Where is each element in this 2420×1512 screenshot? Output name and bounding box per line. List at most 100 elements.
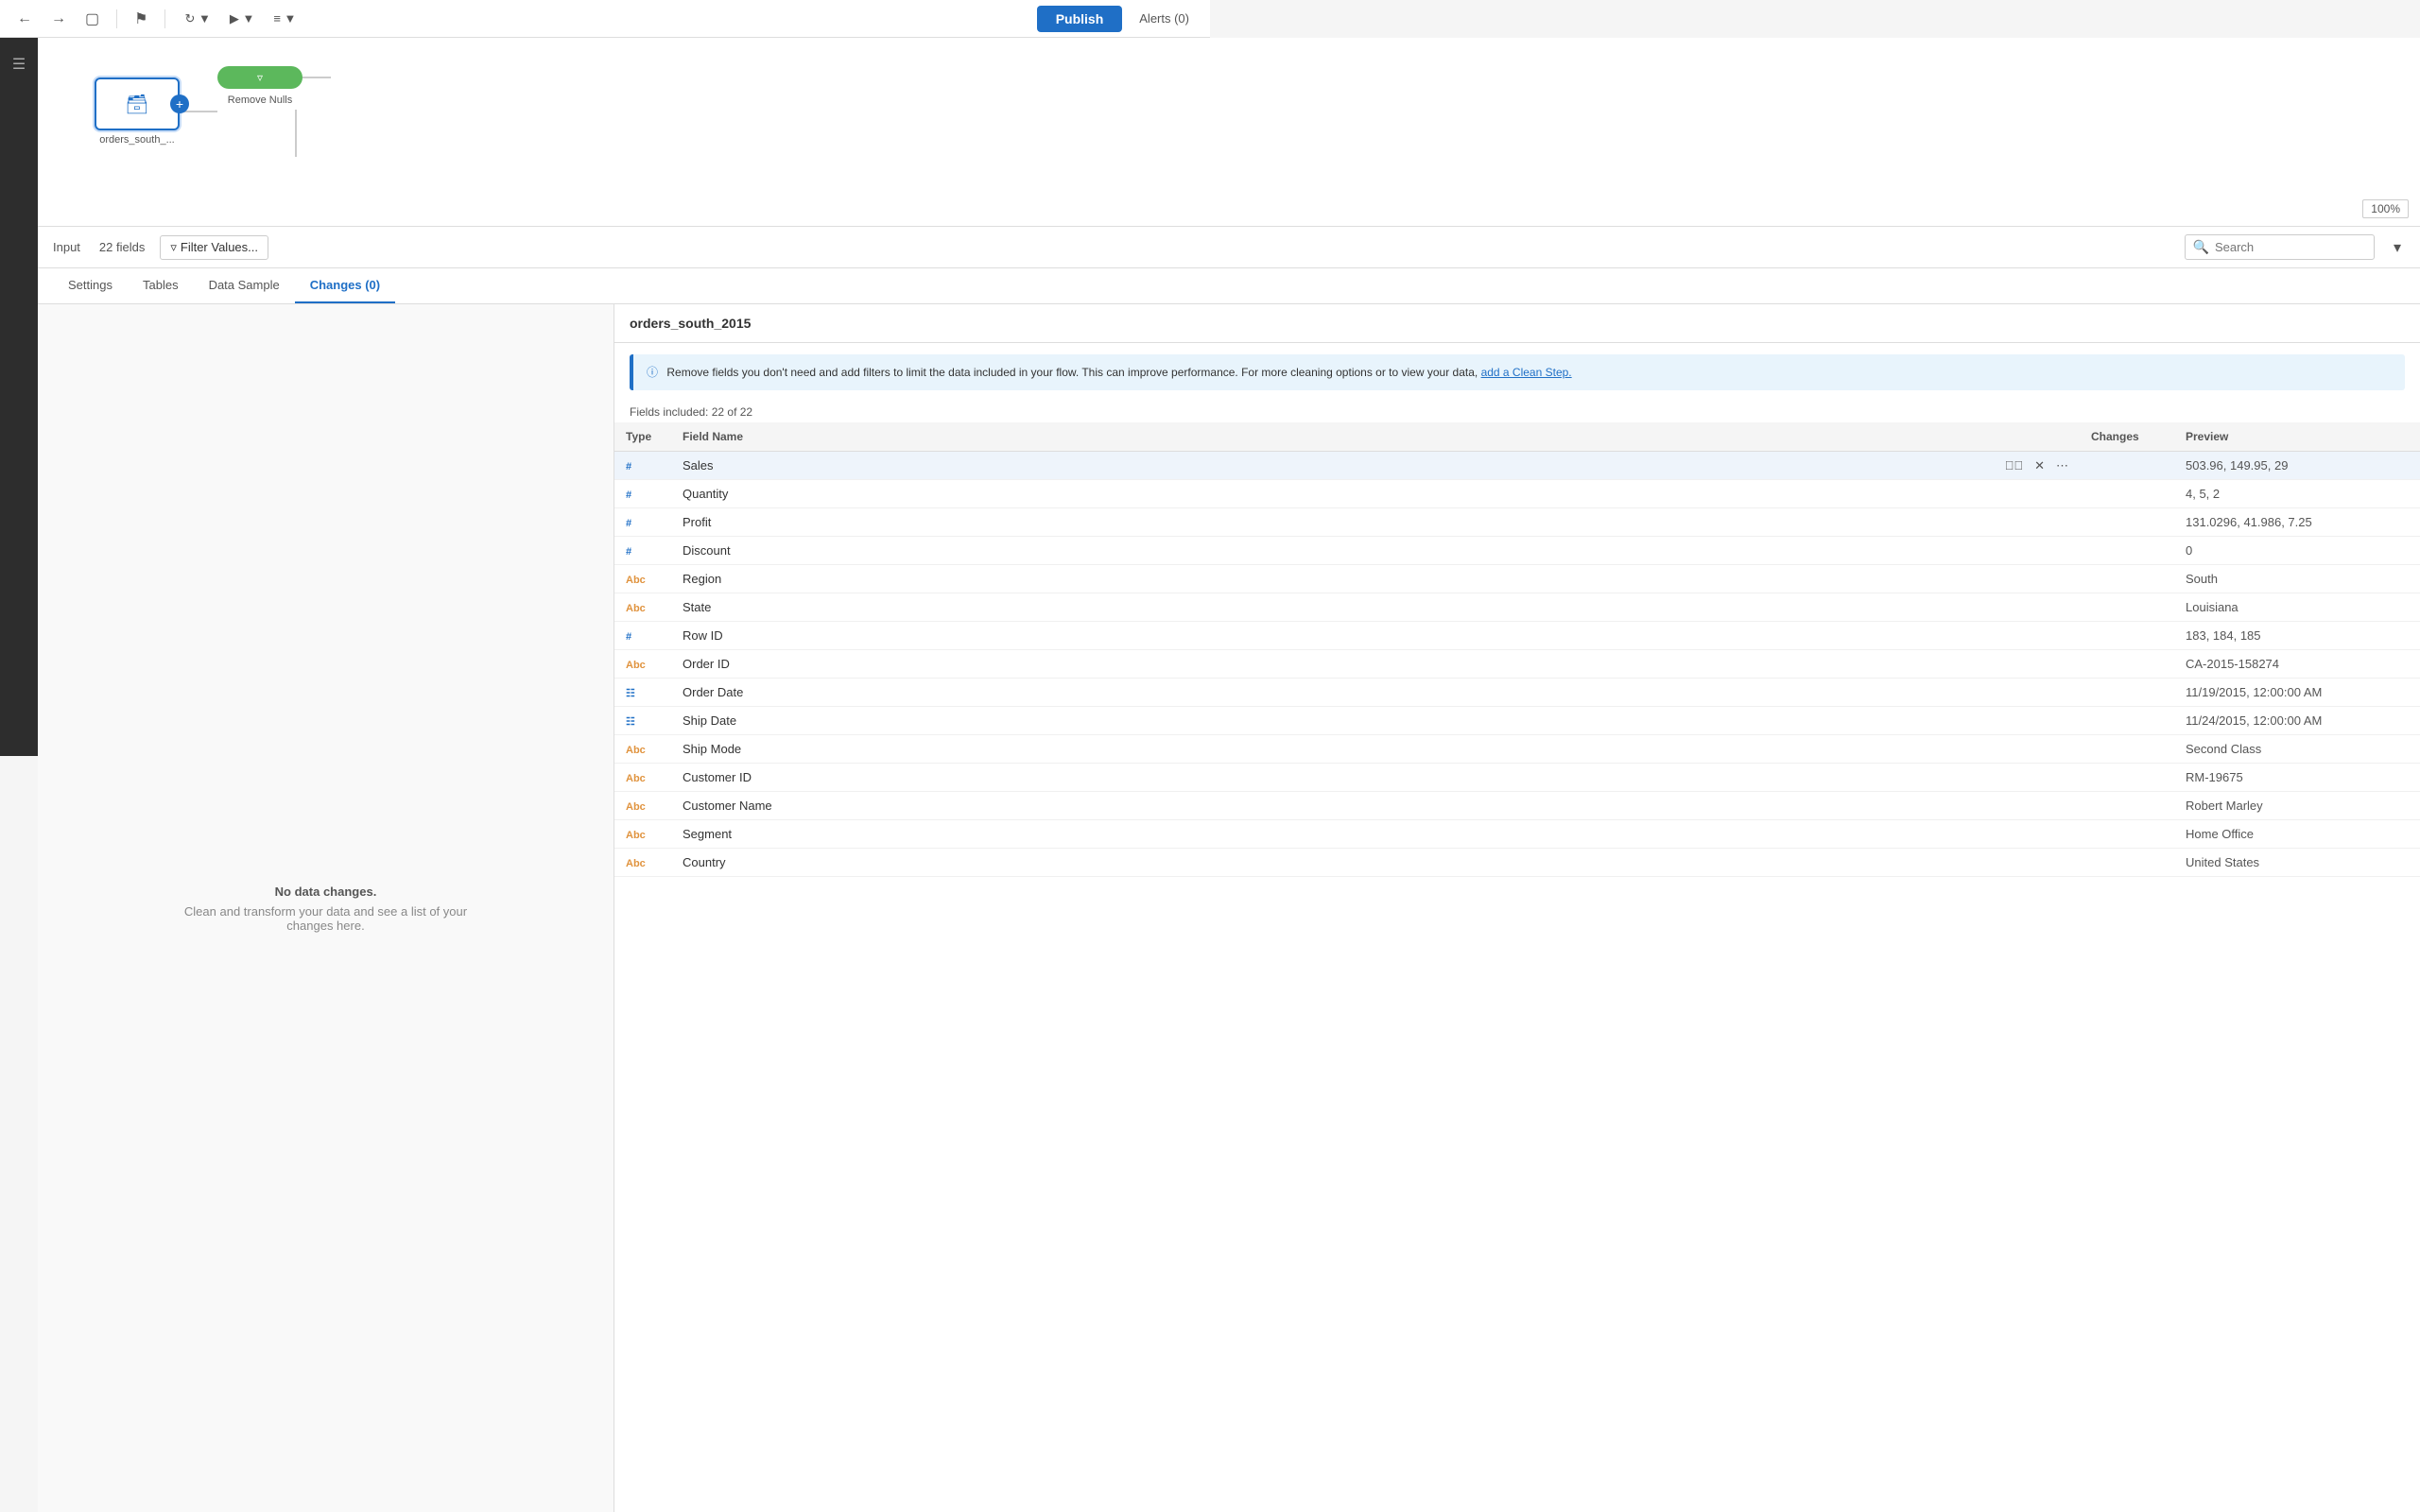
table-row[interactable]: Abc Segment Home Office	[614, 820, 2420, 849]
field-name: Row ID	[683, 628, 723, 643]
field-name: Customer Name	[683, 799, 772, 813]
table-row[interactable]: ☷ Ship Date 11/24/2015, 12:00:00 AM	[614, 707, 2420, 735]
clean-step-link[interactable]: add a Clean Step.	[1481, 366, 1572, 379]
table-row[interactable]: # Discount 0	[614, 537, 2420, 565]
changes-cell	[2080, 650, 2174, 679]
tab-tables[interactable]: Tables	[128, 268, 194, 303]
empty-desc: Clean and transform your data and see a …	[184, 904, 468, 933]
preview-cell: United States	[2174, 849, 2420, 877]
filter-node-label: Remove Nulls	[228, 94, 292, 106]
panel-header: Input 22 fields ▿ Filter Values... 🔍 ▾	[38, 227, 2420, 268]
type-icon: #	[626, 490, 631, 501]
type-cell: Abc	[614, 650, 671, 679]
field-name: Region	[683, 572, 721, 586]
type-icon: Abc	[626, 745, 646, 756]
type-icon: Abc	[626, 660, 646, 671]
search-icon: 🔍	[2193, 239, 2209, 255]
type-cell: ☷	[614, 679, 671, 707]
fields-count: 22 fields	[99, 240, 145, 254]
options-button[interactable]: ≡ ▼	[266, 8, 303, 29]
changes-cell	[2080, 735, 2174, 764]
alerts-button[interactable]: Alerts (0)	[1130, 6, 1199, 31]
home-button[interactable]: ▢	[79, 6, 105, 32]
left-sidebar: ☰	[0, 38, 38, 756]
sidebar-toggle-button[interactable]: ☰	[5, 47, 33, 81]
add-step-button[interactable]: +	[170, 94, 189, 113]
tab-changes[interactable]: Changes (0)	[295, 268, 395, 303]
fields-table: Type Field Name Changes Preview # Sales …	[614, 422, 2420, 1512]
preview-cell: CA-2015-158274	[2174, 650, 2420, 679]
field-name-cell: Sales 👁⃠ ✕ ⋯	[671, 452, 2080, 480]
field-name: Country	[683, 855, 726, 869]
type-icon: #	[626, 546, 631, 558]
field-name-cell: Region	[671, 565, 2080, 593]
table-row[interactable]: Abc Customer Name Robert Marley	[614, 792, 2420, 820]
tab-settings[interactable]: Settings	[53, 268, 128, 303]
right-content: orders_south_2015 ⓘ Remove fields you do…	[614, 304, 2420, 1512]
table-row[interactable]: # Sales 👁⃠ ✕ ⋯ 503.96, 149.95, 29	[614, 452, 2420, 480]
source-node[interactable]: 🗃 + orders_south_...	[95, 77, 180, 146]
table-row[interactable]: # Profit 131.0296, 41.986, 7.25	[614, 508, 2420, 537]
flow-container: 🗃 + orders_south_... ▿ Remove Nulls	[95, 66, 331, 157]
zoom-indicator: 100%	[2362, 199, 2409, 218]
preview-cell: 131.0296, 41.986, 7.25	[2174, 508, 2420, 537]
type-icon: #	[626, 518, 631, 529]
collapse-button[interactable]: ▾	[2390, 234, 2405, 261]
filter-values-button[interactable]: ▿ Filter Values...	[160, 235, 268, 260]
field-name-cell: Ship Mode	[671, 735, 2080, 764]
preview-cell: South	[2174, 565, 2420, 593]
type-cell: Abc	[614, 792, 671, 820]
trailing-connector	[302, 77, 331, 78]
table-row[interactable]: Abc State Louisiana	[614, 593, 2420, 622]
field-name-cell: Order ID	[671, 650, 2080, 679]
tab-data-sample[interactable]: Data Sample	[194, 268, 295, 303]
bottom-panel: Input 22 fields ▿ Filter Values... 🔍 ▾ S…	[38, 227, 2420, 1512]
changes-cell	[2080, 593, 2174, 622]
refresh-button[interactable]: ↻ ▼	[177, 8, 217, 30]
search-box: 🔍	[2185, 234, 2375, 260]
canvas-area: 🗃 + orders_south_... ▿ Remove Nulls	[38, 38, 2420, 227]
bookmark-button[interactable]: ⚑	[129, 6, 153, 32]
toolbar-divider	[116, 9, 117, 28]
remove-field-button[interactable]: ✕	[2031, 456, 2048, 475]
type-cell: Abc	[614, 593, 671, 622]
more-options-button[interactable]: ⋯	[2052, 456, 2072, 475]
empty-title: No data changes.	[275, 885, 377, 899]
filter-node[interactable]: ▿	[217, 66, 302, 89]
table-body: # Sales 👁⃠ ✕ ⋯ 503.96, 149.95, 29 # Quan…	[614, 452, 2420, 877]
col-changes: Changes	[2080, 422, 2174, 452]
table-row[interactable]: Abc Customer ID RM-19675	[614, 764, 2420, 792]
source-node-box[interactable]: 🗃 +	[95, 77, 180, 130]
run-button[interactable]: ▶ ▼	[222, 8, 262, 30]
run-group: ↻ ▼ ▶ ▼ ≡ ▼	[177, 8, 303, 30]
type-icon: Abc	[626, 858, 646, 869]
type-cell: Abc	[614, 764, 671, 792]
search-input[interactable]	[2215, 240, 2366, 254]
hide-field-button[interactable]: 👁⃠	[2001, 456, 2028, 474]
table-row[interactable]: ☷ Order Date 11/19/2015, 12:00:00 AM	[614, 679, 2420, 707]
table-row[interactable]: # Quantity 4, 5, 2	[614, 480, 2420, 508]
info-icon: ⓘ	[647, 366, 658, 379]
col-type: Type	[614, 422, 671, 452]
changes-cell	[2080, 679, 2174, 707]
preview-cell: 183, 184, 185	[2174, 622, 2420, 650]
field-name: Quantity	[683, 487, 728, 501]
type-cell: #	[614, 622, 671, 650]
forward-button[interactable]: →	[45, 7, 72, 31]
field-name: Discount	[683, 543, 731, 558]
field-name-cell: Order Date	[671, 679, 2080, 707]
info-text: Remove fields you don't need and add fil…	[666, 366, 1478, 379]
back-button[interactable]: ←	[11, 7, 38, 31]
table-row[interactable]: Abc Ship Mode Second Class	[614, 735, 2420, 764]
field-name-cell: Row ID	[671, 622, 2080, 650]
table-row[interactable]: Abc Country United States	[614, 849, 2420, 877]
type-icon: Abc	[626, 575, 646, 586]
table-row[interactable]: Abc Order ID CA-2015-158274	[614, 650, 2420, 679]
table-row[interactable]: Abc Region South	[614, 565, 2420, 593]
field-name: Ship Mode	[683, 742, 741, 756]
table-row[interactable]: # Row ID 183, 184, 185	[614, 622, 2420, 650]
preview-cell: 503.96, 149.95, 29	[2174, 452, 2420, 480]
publish-button[interactable]: Publish	[1037, 6, 1123, 32]
preview-cell: 0	[2174, 537, 2420, 565]
row-actions: 👁⃠ ✕ ⋯	[2001, 456, 2072, 475]
